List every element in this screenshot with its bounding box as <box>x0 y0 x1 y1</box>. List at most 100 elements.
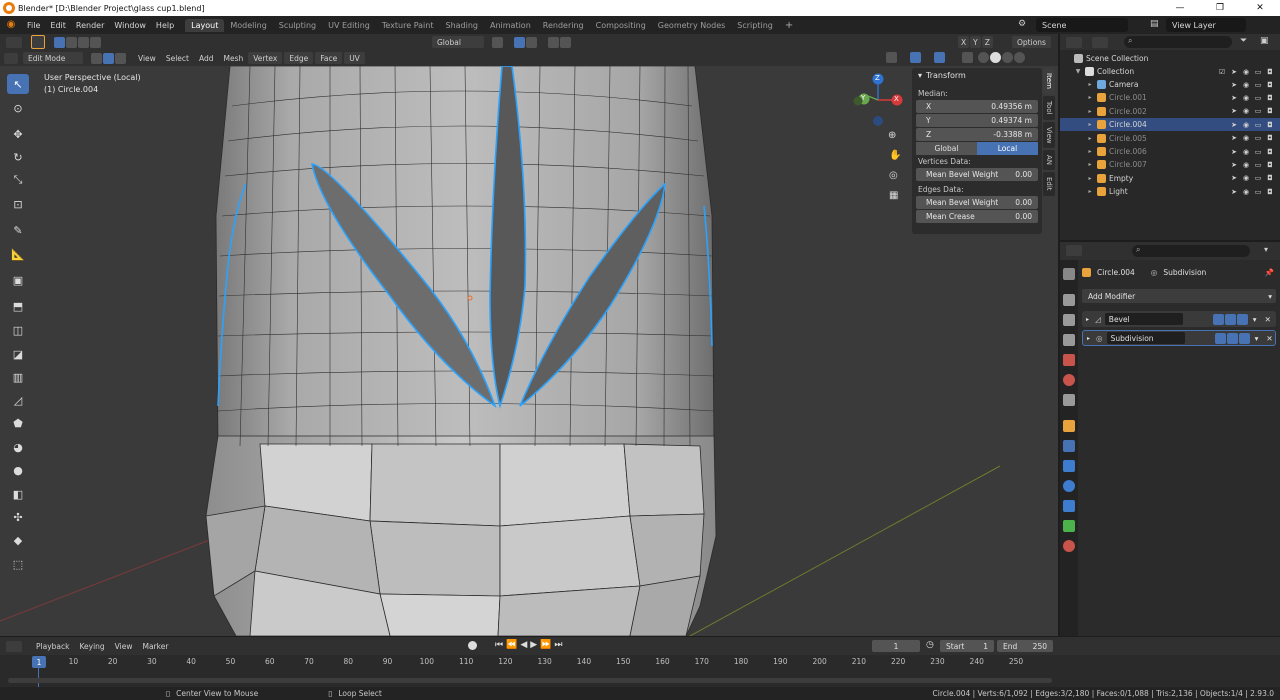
zoom-icon[interactable]: ⊕ <box>888 130 896 141</box>
measure-tool-icon[interactable]: 📐 <box>7 244 29 264</box>
vertex-select-icon[interactable] <box>91 52 102 64</box>
start-frame-field[interactable]: Start 1 <box>940 640 994 652</box>
scene-field[interactable]: Scene <box>1036 18 1128 32</box>
outliner-item-name[interactable]: Light <box>1109 187 1128 196</box>
mode-new-icon[interactable] <box>54 36 65 48</box>
render-camera-icon[interactable]: ◘ <box>1266 161 1274 169</box>
outliner-item[interactable]: ▸ Circle.001 ➤ ◉ ▭ ◘ <box>1060 91 1280 104</box>
modifier-tab-icon[interactable] <box>1063 440 1075 452</box>
mirror-y-toggle[interactable]: Y <box>970 36 981 48</box>
visibility-eye-icon[interactable]: ◉ <box>1242 134 1250 142</box>
menu-mesh[interactable]: Mesh <box>218 54 248 63</box>
physics-tab-icon[interactable] <box>1063 480 1075 492</box>
tab-layout[interactable]: Layout <box>185 18 225 32</box>
tab-tool[interactable]: Tool <box>1043 95 1055 120</box>
preview-range-icon[interactable]: ◷ <box>926 640 934 650</box>
menu-timeline-view[interactable]: View <box>110 642 138 651</box>
edge-select-icon[interactable] <box>103 52 114 64</box>
selectable-icon[interactable]: ➤ <box>1230 148 1238 156</box>
transform-header[interactable]: ▾ Transform <box>912 68 1042 82</box>
render-camera-icon[interactable]: ◘ <box>1266 134 1274 142</box>
render-camera-icon[interactable]: ◘ <box>1266 148 1274 156</box>
global-toggle[interactable]: Global <box>916 142 977 155</box>
mode-subtract-icon[interactable] <box>78 36 89 48</box>
pan-hand-icon[interactable]: ✋ <box>889 150 901 161</box>
viewport-disable-icon[interactable]: ▭ <box>1254 94 1262 102</box>
select-box-icon[interactable] <box>31 35 45 49</box>
expand-chevron-icon[interactable]: ▸ <box>1086 148 1094 155</box>
ortho-grid-icon[interactable]: ▦ <box>889 190 898 201</box>
outliner-item-name[interactable]: Circle.007 <box>1109 160 1147 169</box>
data-tab-icon[interactable] <box>1063 520 1075 532</box>
outliner-item[interactable]: ▸ Circle.004 ➤ ◉ ▭ ◘ <box>1060 118 1280 132</box>
timeline-scrollbar[interactable] <box>8 678 1052 683</box>
viewport-disable-icon[interactable]: ▭ <box>1254 107 1262 115</box>
view-layer-icon[interactable]: ▤ <box>1150 19 1164 31</box>
render-tab-icon[interactable] <box>1063 294 1075 306</box>
transform-tool-icon[interactable]: ⊡ <box>7 194 29 214</box>
subdivision-remove-icon[interactable]: ✕ <box>1266 334 1272 343</box>
visibility-eye-icon[interactable]: ◉ <box>1242 174 1250 182</box>
menu-add[interactable]: Add <box>194 54 219 63</box>
snap-icon[interactable] <box>514 36 525 48</box>
tab-an[interactable]: AN <box>1043 150 1055 171</box>
outliner-editor-icon[interactable] <box>1066 37 1082 48</box>
tab-compositing[interactable]: Compositing <box>590 19 652 32</box>
bevel-remove-icon[interactable]: ✕ <box>1265 315 1271 324</box>
outliner-item-name[interactable]: Circle.001 <box>1109 93 1147 102</box>
modifier-subdivision[interactable]: ▸ ◎ Subdivision ▾ ✕ <box>1082 330 1276 346</box>
tab-item[interactable]: Item <box>1043 68 1055 94</box>
viewport-disable-icon[interactable]: ▭ <box>1254 121 1262 129</box>
selectable-icon[interactable]: ➤ <box>1230 107 1238 115</box>
new-collection-icon[interactable]: ▣ <box>1260 36 1269 46</box>
menu-help[interactable]: Help <box>151 21 179 30</box>
selectable-icon[interactable]: ➤ <box>1230 81 1238 89</box>
properties-search-input[interactable]: ⌕ <box>1132 245 1250 257</box>
menu-uv[interactable]: UV <box>344 52 365 64</box>
render-camera-icon[interactable]: ◘ <box>1266 94 1274 102</box>
outliner-item-name[interactable]: Circle.005 <box>1109 134 1147 143</box>
gizmo-icon[interactable] <box>910 52 921 63</box>
selectable-icon[interactable]: ➤ <box>1230 121 1238 129</box>
menu-marker[interactable]: Marker <box>137 642 173 651</box>
viewport-disable-icon[interactable]: ▭ <box>1254 134 1262 142</box>
add-modifier-dropdown[interactable]: Add Modifier ▾ <box>1082 289 1276 303</box>
smooth-tool-icon[interactable]: ● <box>7 460 29 480</box>
tab-animation[interactable]: Animation <box>484 19 537 32</box>
edit-mode-toggle-icon[interactable] <box>1212 313 1224 325</box>
render-camera-icon[interactable]: ◘ <box>1266 81 1274 89</box>
properties-editor-icon[interactable] <box>1066 245 1082 256</box>
visibility-eye-icon[interactable]: ◉ <box>1242 121 1250 129</box>
collection-tab-icon[interactable] <box>1063 394 1075 406</box>
face-select-icon[interactable] <box>115 52 126 64</box>
current-frame-field[interactable]: 1 <box>872 640 920 652</box>
viewport-disable-icon[interactable]: ▭ <box>1254 161 1262 169</box>
visibility-icon[interactable] <box>886 52 897 63</box>
edit-mode-toggle-icon-2[interactable] <box>1214 332 1226 344</box>
frame-ruler[interactable]: 1 10 20 30 40 50 60 70 80 90 100 110 120 130 140 150 16… <box>0 656 1058 669</box>
menu-file[interactable]: File <box>22 21 45 30</box>
rip-tool-icon[interactable]: ⬚ <box>7 554 29 574</box>
view-layer-field[interactable]: View Layer <box>1166 18 1246 32</box>
menu-window[interactable]: Window <box>109 21 151 30</box>
view-layer-tab-icon[interactable] <box>1063 334 1075 346</box>
gizmo-x-label[interactable]: X <box>894 95 899 103</box>
outliner-item[interactable]: ▸ Light ➤ ◉ ▭ ◘ <box>1060 185 1280 198</box>
editor-type-icon-2[interactable] <box>4 52 18 64</box>
record-button[interactable] <box>468 641 477 650</box>
outliner-item-name[interactable]: Circle.004 <box>1109 120 1147 129</box>
expand-chevron-icon[interactable]: ▸ <box>1086 108 1094 115</box>
render-toggle-icon[interactable] <box>1236 313 1248 325</box>
visibility-eye-icon[interactable]: ◉ <box>1242 148 1250 156</box>
viewport-disable-icon[interactable]: ▭ <box>1254 148 1262 156</box>
subdivision-dropdown-icon[interactable]: ▾ <box>1255 334 1259 343</box>
tab-rendering[interactable]: Rendering <box>537 19 590 32</box>
outliner-item-name[interactable]: Camera <box>1109 80 1138 89</box>
pin-icon[interactable]: 📌 <box>1265 268 1274 277</box>
selectable-icon[interactable]: ➤ <box>1230 188 1238 196</box>
gizmo-y-label[interactable]: Y <box>861 94 865 102</box>
tab-view[interactable]: View <box>1043 121 1055 149</box>
play-icon[interactable]: ▶ <box>530 640 537 650</box>
menu-playback[interactable]: Playback <box>31 642 74 651</box>
gizmo-z-label[interactable]: Z <box>875 74 880 82</box>
